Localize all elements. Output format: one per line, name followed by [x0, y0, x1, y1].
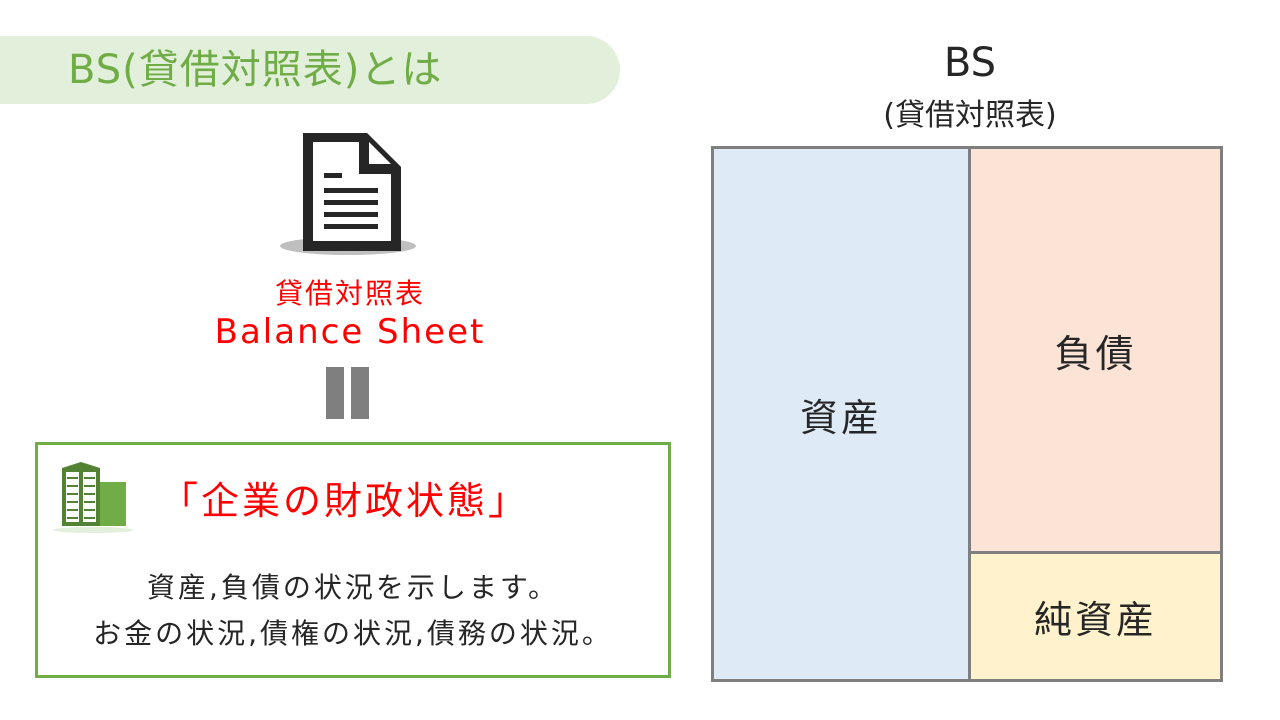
term-japanese: 貸借対照表 — [274, 277, 425, 310]
assets-cell: 資産 — [714, 149, 968, 679]
bs-title: BS — [943, 40, 997, 86]
assets-label: 資産 — [799, 395, 882, 440]
document-icon — [280, 133, 416, 255]
definition-line: お金の状況,債権の状況,債務の状況。 — [93, 617, 613, 650]
balance-sheet-diagram: 資産 負債 純資産 — [711, 146, 1223, 682]
equity-label: 純資産 — [1033, 598, 1157, 642]
liabilities-label: 負債 — [1054, 331, 1137, 376]
definition-line: 資産,負債の状況を示します。 — [146, 571, 560, 604]
equity-cell: 純資産 — [968, 551, 1220, 679]
equals-sign-icon — [326, 367, 370, 419]
liabilities-cell: 負債 — [968, 149, 1220, 551]
bs-subtitle: (貸借対照表) — [883, 98, 1057, 133]
term-english: Balance Sheet — [214, 312, 486, 352]
building-icon — [53, 462, 133, 533]
page-title: BS(貸借対照表)とは — [68, 47, 443, 93]
definition-title: 「企業の財政状態」 — [160, 479, 530, 523]
